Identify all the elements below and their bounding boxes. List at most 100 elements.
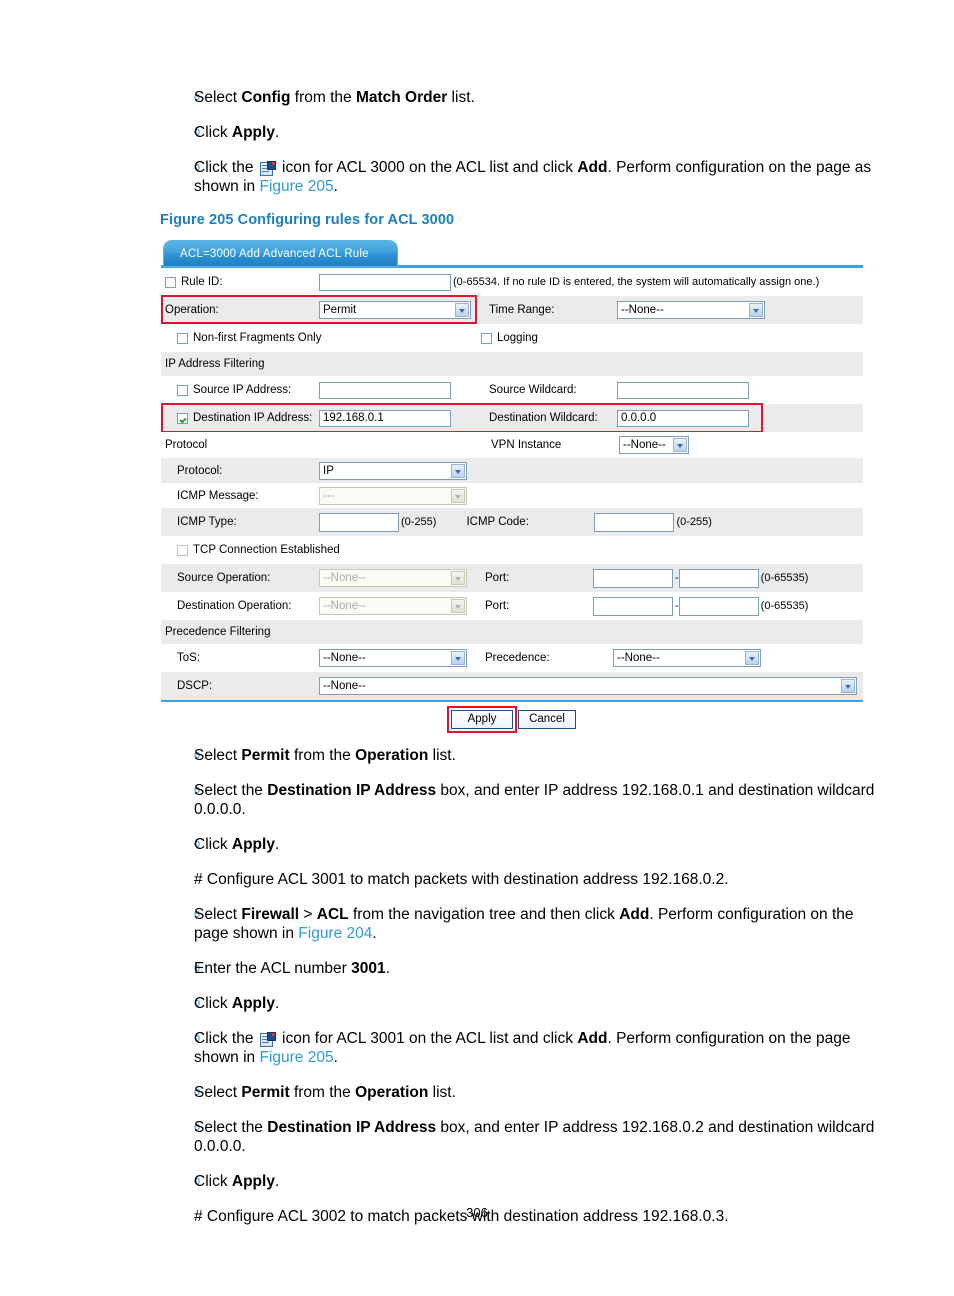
destination-ip-input[interactable]: 192.168.0.1 xyxy=(319,409,451,427)
list-item: o Select Permit from the Operation list. xyxy=(160,1083,880,1102)
source-ip-label-cell: Source IP Address: xyxy=(161,384,319,396)
source-port-from-input[interactable] xyxy=(593,568,673,588)
non-first-fragments-checkbox[interactable] xyxy=(177,332,188,344)
operation-label: Operation: xyxy=(165,304,219,316)
tcp-established-checkbox[interactable] xyxy=(177,544,188,556)
operation-select[interactable]: Permit xyxy=(319,301,471,319)
chevron-down-icon xyxy=(749,303,763,317)
protocol-select[interactable]: IP xyxy=(319,461,467,480)
source-wildcard-label: Source Wildcard: xyxy=(489,384,577,396)
source-ip-label: Source IP Address: xyxy=(193,384,292,396)
source-ip-checkbox[interactable] xyxy=(177,384,188,396)
chevron-down-icon xyxy=(451,463,465,478)
source-port-to-input[interactable] xyxy=(678,568,759,588)
destination-operation-select: --None-- xyxy=(319,597,467,615)
list-item: o Click the icon for ACL 3000 on the ACL… xyxy=(160,158,880,196)
bullet-marker: o xyxy=(194,997,201,1009)
rule-id-label-cell: Rule ID: xyxy=(161,276,319,288)
icmp-type-input[interactable] xyxy=(319,512,399,532)
step-text: Select Config from the Match Order list. xyxy=(194,89,475,106)
logging-cell: Logging xyxy=(481,332,538,344)
destination-wildcard-control: 0.0.0.0 xyxy=(617,409,749,427)
destination-port-control: - (0-65535) xyxy=(593,596,808,616)
tab-acl-rule[interactable]: ACL=3000 Add Advanced ACL Rule xyxy=(163,240,398,267)
non-first-fragments-cell: Non-first Fragments Only xyxy=(161,332,481,344)
figure-205-link[interactable]: Figure 205 xyxy=(259,1049,333,1066)
tcp-established-cell: TCP Connection Established xyxy=(161,544,340,556)
operation-value: Permit xyxy=(323,304,357,316)
vpn-instance-control: --None-- xyxy=(619,436,689,454)
precedence-select[interactable]: --None-- xyxy=(613,649,761,667)
tos-select[interactable]: --None-- xyxy=(319,649,467,667)
cancel-button[interactable]: Cancel xyxy=(518,710,576,729)
vpn-instance-value: --None-- xyxy=(623,439,666,451)
precedence-control: --None-- xyxy=(613,649,761,667)
list-item: o Click Apply. xyxy=(160,994,880,1013)
source-ip-input[interactable] xyxy=(319,381,451,399)
step-text: Click the icon for ACL 3000 on the ACL l… xyxy=(194,159,872,195)
icmp-message-value: --- xyxy=(323,489,335,502)
destination-ip-checkbox[interactable] xyxy=(177,412,188,424)
protocol-control: IP xyxy=(319,461,467,480)
icmp-type-range: (0-255) xyxy=(401,516,437,528)
bullet-marker: o xyxy=(194,161,201,173)
row-source-operation: Source Operation: --None-- Port: - (0-65… xyxy=(161,564,863,592)
time-range-value: --None-- xyxy=(621,304,664,316)
section-precedence-filtering: Precedence Filtering xyxy=(161,620,863,644)
bottom-instructions: o Select Permit from the Operation list.… xyxy=(160,746,880,1242)
rule-id-control: (0-65534. If no rule ID is entered, the … xyxy=(319,273,820,291)
row-protocol-section: Protocol VPN Instance --None-- xyxy=(161,432,863,458)
destination-wildcard-input[interactable]: 0.0.0.0 xyxy=(617,409,749,427)
list-item: o Click Apply. xyxy=(160,1172,880,1191)
page-number: 306 xyxy=(466,1205,488,1220)
bullet-marker: o xyxy=(194,908,201,920)
operation-control: Permit xyxy=(319,301,471,319)
destination-port-to-input[interactable] xyxy=(678,596,759,616)
step-text: Select Permit from the Operation list. xyxy=(194,747,456,764)
time-range-label: Time Range: xyxy=(489,304,555,316)
source-wildcard-input[interactable] xyxy=(617,381,749,399)
bullet-marker: o xyxy=(194,962,201,974)
rule-id-label: Rule ID: xyxy=(181,276,223,288)
step-text: Select the Destination IP Address box, a… xyxy=(194,1119,875,1155)
logging-checkbox[interactable] xyxy=(481,332,492,344)
top-instructions: o Select Config from the Match Order lis… xyxy=(160,88,880,238)
bullet-marker: o xyxy=(194,838,201,850)
rule-id-checkbox[interactable] xyxy=(165,276,176,288)
vpn-instance-select[interactable]: --None-- xyxy=(619,436,689,454)
icmp-type-control: (0-255) xyxy=(319,512,437,532)
destination-wildcard-label: Destination Wildcard: xyxy=(489,412,598,424)
icmp-code-input[interactable] xyxy=(594,512,675,532)
section-protocol: Protocol xyxy=(165,439,208,451)
figure-204-link[interactable]: Figure 204 xyxy=(298,925,372,942)
icmp-message-label: ICMP Message: xyxy=(177,489,259,502)
step-text: Click Apply. xyxy=(194,836,280,853)
bullet-marker: o xyxy=(194,91,201,103)
figure-caption: Figure 205 Configuring rules for ACL 300… xyxy=(160,212,455,228)
row-dscp: DSCP: --None-- xyxy=(161,672,863,700)
bullet-marker: o xyxy=(194,126,201,138)
source-operation-value: --None-- xyxy=(323,572,366,584)
dscp-select[interactable]: --None-- xyxy=(319,677,857,695)
protocol-value: IP xyxy=(323,464,334,477)
precedence-value: --None-- xyxy=(617,652,660,664)
list-item: o Click Apply. xyxy=(160,123,880,142)
dscp-control: --None-- xyxy=(319,677,857,695)
destination-port-from-input[interactable] xyxy=(593,596,673,616)
step-text: Click Apply. xyxy=(194,124,280,141)
row-operation: Operation: Permit Time Range: --None-- xyxy=(161,295,863,324)
figure-205-link[interactable]: Figure 205 xyxy=(259,178,333,195)
rule-id-input[interactable] xyxy=(319,273,451,291)
list-item: o Select Permit from the Operation list. xyxy=(160,746,880,765)
icmp-code-control: (0-255) xyxy=(594,512,712,532)
destination-ip-label-cell: Destination IP Address: xyxy=(161,412,319,424)
time-range-select[interactable]: --None-- xyxy=(617,301,765,319)
source-port-range: (0-65535) xyxy=(760,572,809,584)
row-protocol: Protocol: IP xyxy=(161,458,863,483)
icmp-code-label: ICMP Code: xyxy=(466,516,529,528)
bullet-marker: o xyxy=(194,1032,201,1044)
row-fragments-logging: Non-first Fragments Only Logging xyxy=(161,324,863,352)
chevron-down-icon xyxy=(455,303,469,317)
rule-id-hint: (0-65534. If no rule ID is entered, the … xyxy=(453,276,820,288)
chevron-down-icon xyxy=(451,571,465,585)
